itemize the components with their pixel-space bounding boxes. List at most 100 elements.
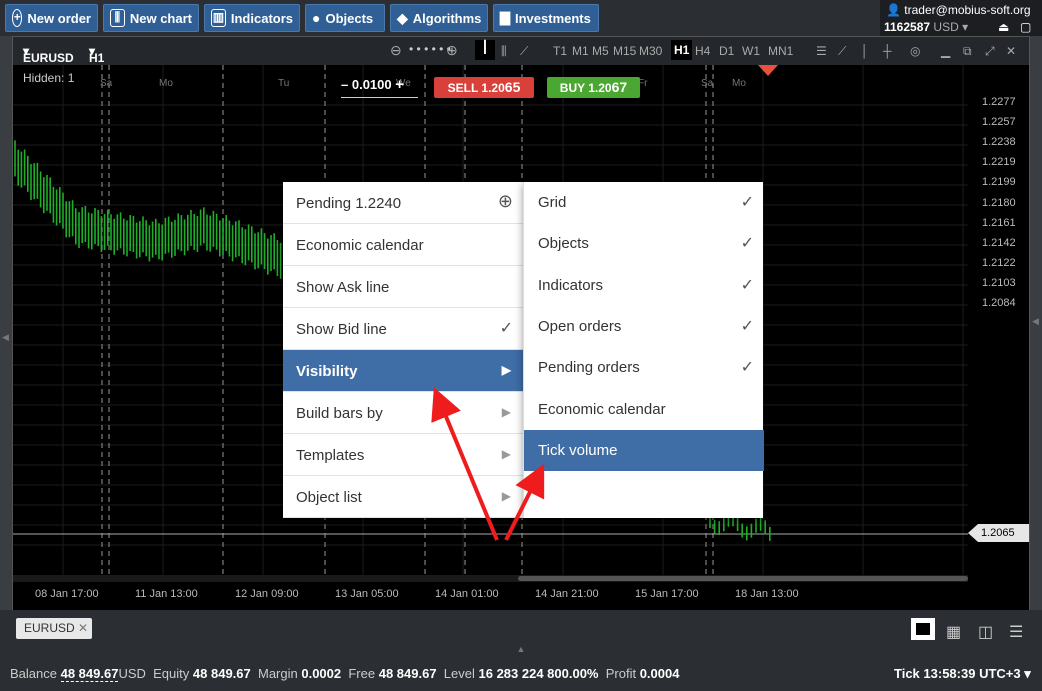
- menu-item-show-bid-line[interactable]: Show Bid line ✓: [283, 308, 523, 350]
- tab-timeframe-d1[interactable]: D1: [719, 44, 734, 58]
- add-pending-icon[interactable]: ⊕: [498, 191, 513, 212]
- price-tick: 1.2277: [982, 96, 1016, 108]
- hline-icon[interactable]: ┼: [883, 44, 892, 58]
- menu-item-visibility[interactable]: Visibility ▶: [283, 350, 523, 392]
- time-tick: 12 Jan 09:00: [235, 588, 299, 600]
- zoom-in-icon[interactable]: ⊕: [446, 42, 458, 59]
- menu-item-economic-calendar[interactable]: Economic calendar: [283, 224, 523, 266]
- maximize-icon[interactable]: ⤢: [985, 44, 995, 59]
- bars-type-icon[interactable]: ⫼: [501, 44, 507, 59]
- layout-grid-icon[interactable]: ▦: [946, 622, 961, 642]
- day-label: Mo: [732, 78, 746, 89]
- indicators-button[interactable]: ▥ Indicators: [204, 4, 300, 32]
- layout-rows-icon[interactable]: ☰: [1009, 622, 1023, 642]
- buy-button[interactable]: BUY 1.2067: [547, 77, 640, 98]
- tab-timeframe-w1[interactable]: W1: [742, 44, 760, 58]
- tab-timeframe-m5[interactable]: M5: [592, 44, 609, 58]
- submenu-item-objects[interactable]: Objects ✓: [524, 223, 764, 264]
- close-tab-icon[interactable]: ✕: [78, 621, 88, 635]
- day-label: Tu: [278, 78, 290, 89]
- check-icon: ✓: [740, 359, 754, 377]
- menu-item-show-ask-line[interactable]: Show Ask line: [283, 266, 523, 308]
- account-summary: Balance 48 849.67USD Equity 48 849.67 Ma…: [10, 666, 679, 682]
- timezone-selector[interactable]: UTC+3: [979, 666, 1021, 681]
- collapse-right-icon[interactable]: ◀: [1032, 316, 1039, 327]
- profit-label: Profit: [605, 666, 637, 681]
- margin-value: 0.0002: [301, 666, 342, 681]
- scrollbar-thumb[interactable]: [518, 576, 968, 581]
- submenu-item-tick-volume[interactable]: Tick volume: [524, 429, 764, 471]
- menu-item-templates[interactable]: Templates ▶: [283, 434, 523, 476]
- timeframe-selector[interactable]: H1 ▾: [89, 44, 104, 65]
- new-order-button[interactable]: + New order: [5, 4, 98, 32]
- chart-tab-label: EURUSD: [24, 621, 75, 635]
- minimize-icon[interactable]: ▁: [941, 44, 950, 58]
- time-axis[interactable]: 08 Jan 17:00 11 Jan 13:00 12 Jan 09:00 13 J…: [13, 575, 1029, 610]
- dropdown-icon[interactable]: ▾: [962, 20, 968, 34]
- menu-item-label: Build bars by: [296, 405, 383, 422]
- layout-single-icon[interactable]: [911, 618, 935, 640]
- horizontal-scrollbar[interactable]: [13, 575, 968, 582]
- new-order-label: New order: [27, 10, 91, 26]
- account-email-row: 👤 trader@mobius-soft.org: [886, 3, 1031, 17]
- symbol-selector[interactable]: EURUSD ▾: [23, 44, 74, 65]
- tab-timeframe-h4[interactable]: H4: [695, 44, 710, 58]
- window-icon[interactable]: ▢: [1020, 20, 1031, 34]
- algorithms-button[interactable]: ◆ Algorithms: [390, 4, 488, 32]
- lot-size-stepper[interactable]: – 0.0100 +: [341, 76, 418, 98]
- menu-item-pending-1-2240[interactable]: Pending 1.2240 ⊕: [283, 182, 523, 224]
- price-axis[interactable]: 1.2277 1.2257 1.2238 1.2219 1.2199 1.2180 1.21…: [968, 65, 1029, 575]
- submenu-item-label: Economic calendar: [538, 400, 666, 418]
- line-type-icon[interactable]: ⟋: [520, 44, 528, 59]
- eject-icon[interactable]: ⏏: [998, 20, 1009, 34]
- tab-timeframe-m1[interactable]: M1: [572, 44, 589, 58]
- close-icon[interactable]: ✕: [1006, 44, 1016, 58]
- objects-label: Objects: [325, 10, 374, 26]
- submenu-item-open-orders[interactable]: Open orders ✓: [524, 306, 764, 347]
- strategy-icon[interactable]: ☰: [816, 44, 827, 58]
- tab-timeframe-t1[interactable]: T1: [553, 44, 567, 58]
- target-icon[interactable]: ◎: [910, 44, 920, 58]
- time-tick: 14 Jan 21:00: [535, 588, 599, 600]
- tick-label: Tick: [894, 666, 920, 681]
- account-number: 1162587: [884, 20, 931, 34]
- server-time: Tick 13:58:39 UTC+3 ▾: [894, 666, 1031, 682]
- submenu-item-pending-orders[interactable]: Pending orders ✓: [524, 347, 764, 388]
- investments-button[interactable]: ▇ Investments: [493, 4, 599, 32]
- chart-tab-eurusd[interactable]: EURUSD ✕: [16, 618, 92, 639]
- panel-expand-handle[interactable]: ▲: [0, 644, 1042, 656]
- layout-columns-icon[interactable]: ◫: [978, 622, 993, 642]
- scroll-marker-icon[interactable]: [758, 65, 778, 76]
- tab-timeframe-m30[interactable]: M30: [639, 44, 662, 58]
- timezone-dropdown-icon[interactable]: ▾: [1021, 666, 1031, 681]
- sell-pips: 65: [504, 79, 521, 95]
- plus-icon[interactable]: +: [395, 76, 404, 93]
- minus-icon[interactable]: –: [341, 77, 348, 92]
- menu-item-label: Pending 1.2240: [296, 195, 402, 212]
- account-currency: USD: [933, 20, 959, 34]
- tab-timeframe-mn1[interactable]: MN1: [768, 44, 793, 58]
- account-panel[interactable]: 👤 trader@mobius-soft.org 1162587 USD ▾ ⏏…: [880, 0, 1042, 36]
- day-label: Mo: [159, 78, 173, 89]
- menu-item-build-bars-by[interactable]: Build bars by ▶: [283, 392, 523, 434]
- free-value: 48 849.67: [378, 666, 437, 681]
- zoom-out-icon[interactable]: ⊖: [390, 42, 402, 59]
- candles-type-icon[interactable]: ┃: [475, 40, 495, 60]
- collapse-left-icon[interactable]: ◀: [2, 332, 9, 343]
- submenu-item-grid[interactable]: Grid ✓: [524, 182, 764, 223]
- tab-timeframe-m15[interactable]: M15: [613, 44, 636, 58]
- level-value: 16 283 224 800.00%: [478, 666, 599, 681]
- menu-item-object-list[interactable]: Object list ▶: [283, 476, 523, 518]
- account-email: trader@mobius-soft.org: [904, 3, 1031, 17]
- popout-icon[interactable]: ⧉: [963, 44, 972, 59]
- new-chart-button[interactable]: ⫼ New chart: [103, 4, 199, 32]
- trendline-icon[interactable]: ⟋: [838, 44, 846, 59]
- sell-button[interactable]: SELL 1.2065: [434, 77, 534, 98]
- tab-timeframe-h1[interactable]: H1: [671, 40, 693, 60]
- submenu-item-economic-calendar[interactable]: Economic calendar: [524, 389, 764, 430]
- objects-button[interactable]: ● Objects: [305, 4, 385, 32]
- balance-value[interactable]: 48 849.67: [60, 666, 119, 682]
- vertical-line-icon[interactable]: │: [861, 44, 869, 58]
- zoom-slider[interactable]: • • • • • •: [409, 42, 451, 56]
- submenu-item-indicators[interactable]: Indicators ✓: [524, 265, 764, 306]
